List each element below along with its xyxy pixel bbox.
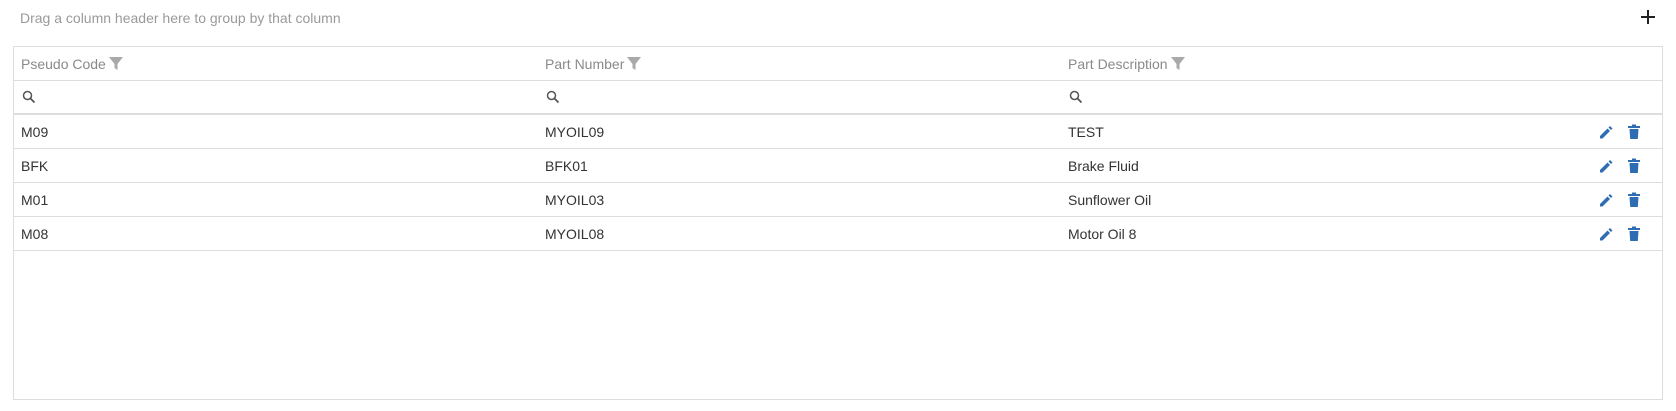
column-header-pseudo-code[interactable]: Pseudo Code [21, 47, 123, 80]
filter-input-part-description[interactable] [1087, 84, 1571, 110]
cell-part-number: MYOIL03 [545, 191, 605, 208]
grid-filter-row [14, 81, 1662, 115]
cell-pseudo-code: M08 [21, 225, 49, 242]
cell-part-number: MYOIL08 [545, 225, 605, 242]
delete-button[interactable] [1625, 225, 1643, 243]
column-header-part-description[interactable]: Part Description [1068, 47, 1185, 80]
edit-button[interactable] [1597, 191, 1615, 209]
filter-input-part-number[interactable] [564, 84, 1048, 110]
pencil-icon [1600, 125, 1613, 138]
plus-icon [1641, 10, 1655, 24]
search-icon [1069, 90, 1083, 104]
delete-button[interactable] [1625, 157, 1643, 175]
search-icon [22, 90, 36, 104]
delete-button[interactable] [1625, 123, 1643, 141]
row-actions [1597, 217, 1653, 250]
trash-icon [1628, 226, 1640, 241]
column-header-label: Pseudo Code [21, 55, 106, 72]
cell-part-number: MYOIL09 [545, 123, 605, 140]
cell-part-description: Sunflower Oil [1068, 191, 1152, 208]
table-row[interactable]: BFK BFK01 Brake Fluid [14, 149, 1662, 183]
column-header-label: Part Description [1068, 55, 1168, 72]
pencil-icon [1600, 159, 1613, 172]
filter-icon[interactable] [108, 56, 123, 71]
pencil-icon [1600, 227, 1613, 240]
cell-pseudo-code: BFK [21, 157, 49, 174]
cell-part-number: BFK01 [545, 157, 588, 174]
table-row[interactable]: M08 MYOIL08 Motor Oil 8 [14, 217, 1662, 251]
edit-button[interactable] [1597, 123, 1615, 141]
filter-cell-pseudo-code [22, 81, 532, 113]
filter-cell-part-description [1069, 81, 1579, 113]
grid-header-row: Pseudo Code Part Number Part Description [14, 47, 1662, 81]
trash-icon [1628, 124, 1640, 139]
group-panel[interactable]: Drag a column header here to group by th… [0, 0, 1676, 46]
add-button[interactable] [1638, 7, 1658, 27]
filter-cell-part-number [546, 81, 1056, 113]
data-grid: Pseudo Code Part Number Part Description [13, 46, 1663, 400]
edit-button[interactable] [1597, 157, 1615, 175]
row-actions [1597, 149, 1653, 182]
trash-icon [1628, 192, 1640, 207]
delete-button[interactable] [1625, 191, 1643, 209]
cell-pseudo-code: M09 [21, 123, 49, 140]
edit-button[interactable] [1597, 225, 1615, 243]
cell-pseudo-code: M01 [21, 191, 49, 208]
filter-icon[interactable] [1170, 56, 1185, 71]
row-actions [1597, 115, 1653, 148]
search-icon [546, 90, 560, 104]
filter-icon[interactable] [627, 56, 642, 71]
cell-part-description: TEST [1068, 123, 1104, 140]
table-row[interactable]: M09 MYOIL09 TEST [14, 115, 1662, 149]
cell-part-description: Motor Oil 8 [1068, 225, 1137, 242]
cell-part-description: Brake Fluid [1068, 157, 1139, 174]
filter-input-pseudo-code[interactable] [40, 84, 524, 110]
row-actions [1597, 183, 1653, 216]
column-header-label: Part Number [545, 55, 625, 72]
group-panel-hint: Drag a column header here to group by th… [20, 10, 341, 26]
trash-icon [1628, 158, 1640, 173]
pencil-icon [1600, 193, 1613, 206]
column-header-part-number[interactable]: Part Number [545, 47, 642, 80]
table-row[interactable]: M01 MYOIL03 Sunflower Oil [14, 183, 1662, 217]
